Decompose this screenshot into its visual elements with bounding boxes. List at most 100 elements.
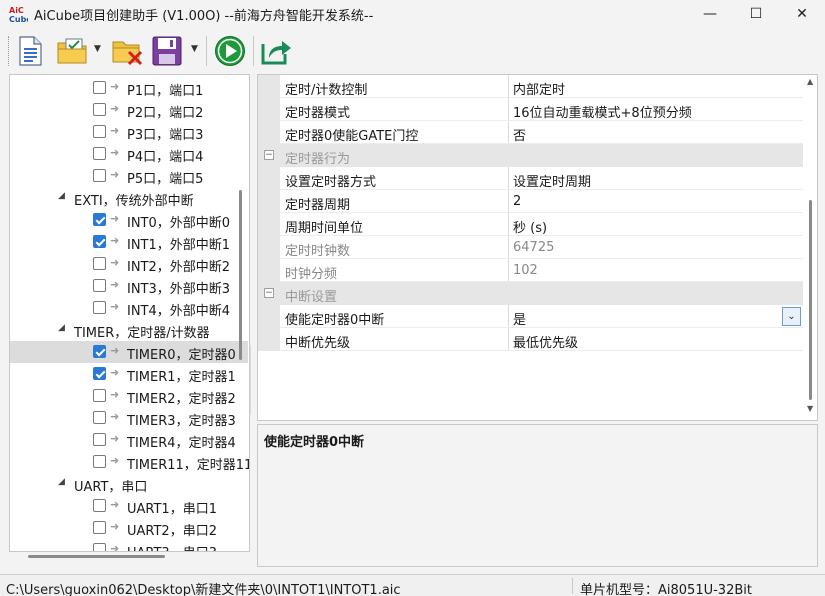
tree-group[interactable]: ◢ EXTI，传统外部中断 [10,187,248,209]
arrow-right-icon: ➜ [110,454,120,467]
tree-item[interactable]: ➜ P3口，端口3 [10,121,248,143]
property-row[interactable]: 周期时间单位 秒 (s) [258,213,803,236]
tree-item-checkbox[interactable] [93,147,106,160]
tree-item-checkbox[interactable] [93,301,106,314]
property-row[interactable]: 定时器周期 2 [258,190,803,213]
property-name: 周期时间单位 [285,221,364,236]
property-value[interactable]: 内部定时 [513,79,565,98]
tree-item[interactable]: ➜ P4口，端口4 [10,143,248,165]
tree-item-checkbox[interactable] [93,345,106,358]
property-row[interactable]: 中断优先级 最低优先级 [258,328,803,351]
arrow-right-icon: ➜ [110,520,120,533]
expand-toggle-icon[interactable]: ◢ [58,191,65,201]
tree-item-checkbox[interactable] [93,235,106,248]
tree-item[interactable]: ➜ INT4，外部中断4 [10,297,248,319]
run-button[interactable] [212,34,248,68]
property-value[interactable]: 否 [513,125,526,144]
tree-item[interactable]: ➜ INT3，外部中断3 [10,275,248,297]
maximize-button[interactable]: ☐ [733,0,779,28]
tree-item-checkbox[interactable] [93,81,106,94]
folder-check-icon [57,38,87,64]
tree-item[interactable]: ➜ UART1，串口1 [10,495,248,517]
expand-toggle-icon[interactable]: ◢ [58,323,65,333]
new-document-button[interactable] [14,34,46,68]
scroll-up-icon[interactable]: ▲ [807,77,813,86]
tree-item[interactable]: ➜ TIMER3，定时器3 [10,407,248,429]
property-name: 定时器周期 [285,198,351,213]
scrollbar-thumb[interactable] [809,200,812,400]
tree-item-label: P3口，端口3 [127,128,204,143]
tree-group-label: EXTI，传统外部中断 [74,194,194,209]
tree-item[interactable]: ➜ UART3，串口3 [10,539,248,551]
save-button[interactable] [150,34,184,68]
property-value[interactable]: 是 [513,309,526,328]
close-button[interactable]: ✕ [779,0,825,28]
arrow-right-icon: ➜ [110,80,120,93]
tree-item[interactable]: ➜ UART2，串口2 [10,517,248,539]
tree-item-checkbox[interactable] [93,521,106,534]
scroll-down-icon[interactable]: ▼ [807,404,813,413]
tree-item[interactable]: ➜ TIMER11，定时器11 [10,451,250,473]
tree-item[interactable]: ➜ P1口，端口1 [10,77,248,99]
property-row[interactable]: 定时器0使能GATE门控 否 [258,121,803,144]
new-document-icon [19,36,42,66]
property-row[interactable]: 使能定时器0中断 是 ⌄ [258,305,803,328]
property-row[interactable]: 定时/计数控制 内部定时 [258,75,803,98]
tree-item-label: TIMER11，定时器11 [127,458,250,473]
tree-item-checkbox[interactable] [93,279,106,292]
property-category[interactable]: − 定时器行为 [258,144,803,167]
tree-item-checkbox[interactable] [93,411,106,424]
tree-item[interactable]: ➜ INT1，外部中断1 [10,231,248,253]
tree-item-checkbox[interactable] [93,433,106,446]
toolbar-grip [8,36,10,66]
tree-item[interactable]: ➜ INT0，外部中断0 [10,209,248,231]
collapse-toggle-icon[interactable]: − [264,150,274,160]
tree-horizontal-scrollbar[interactable] [28,555,165,558]
tree-vertical-scrollbar[interactable] [239,190,242,360]
tree-item-checkbox[interactable] [93,125,106,138]
tree-item-checkbox[interactable] [93,103,106,116]
tree-group[interactable]: ◢ TIMER，定时器/计数器 [10,319,248,341]
property-value[interactable]: 2 [513,194,521,209]
row-gutter [258,236,280,259]
tree-item-checkbox[interactable] [93,169,106,182]
collapse-toggle-icon[interactable]: − [264,288,274,298]
dropdown-button[interactable]: ⌄ [782,307,801,326]
tree-item-checkbox[interactable] [93,455,106,468]
property-value[interactable]: 最低优先级 [513,332,578,351]
open-checklist-button[interactable] [54,34,90,68]
tree-item-checkbox[interactable] [93,367,106,380]
tree-item-label: P2口，端口2 [127,106,204,121]
tree-item-checkbox[interactable] [93,543,106,551]
tree-item[interactable]: ➜ TIMER4，定时器4 [10,429,248,451]
property-value[interactable]: 16位自动重载模式+8位预分频 [513,102,692,121]
peripheral-tree[interactable]: ➜ P1口，端口1 ➜ P2口，端口2 ➜ P3口，端口3 ➜ P4口，端口4 ➜ P5口，端口5… [9,74,250,552]
tree-item-checkbox[interactable] [93,499,106,512]
minimize-button[interactable]: — [687,0,733,28]
property-row[interactable]: 设置定时器方式 设置定时周期 [258,167,803,190]
chevron-down-icon[interactable]: ▼ [94,44,101,54]
tree-item[interactable]: ➜ TIMER1，定时器1 [10,363,248,385]
tree-item-checkbox[interactable] [93,257,106,270]
property-value[interactable]: 秒 (s) [513,217,547,236]
tree-item[interactable]: ➜ INT2，外部中断2 [10,253,248,275]
tree-item[interactable]: ➜ TIMER0，定时器0 [10,341,248,363]
tree-group[interactable]: ◢ UART，串口 [10,473,248,495]
property-row[interactable]: 定时器模式 16位自动重载模式+8位预分频 [258,98,803,121]
arrow-right-icon: ➜ [110,146,120,159]
expand-toggle-icon[interactable]: ◢ [58,477,65,487]
export-button[interactable] [258,34,294,68]
tree-item-label: TIMER1，定时器1 [127,370,236,385]
property-description-panel: 使能定时器0中断 [257,424,818,567]
chevron-down-icon[interactable]: ▼ [191,44,198,54]
property-value[interactable]: 设置定时周期 [513,171,591,190]
grid-vertical-scrollbar[interactable]: ▲ ▼ [804,75,817,420]
property-category[interactable]: − 中断设置 [258,282,803,305]
tree-item[interactable]: ➜ P5口，端口5 [10,165,248,187]
tree-item[interactable]: ➜ P2口，端口2 [10,99,248,121]
close-project-button[interactable] [110,34,144,68]
tree-item-checkbox[interactable] [93,389,106,402]
row-gutter [258,167,280,190]
tree-item-checkbox[interactable] [93,213,106,226]
tree-item[interactable]: ➜ TIMER2，定时器2 [10,385,248,407]
